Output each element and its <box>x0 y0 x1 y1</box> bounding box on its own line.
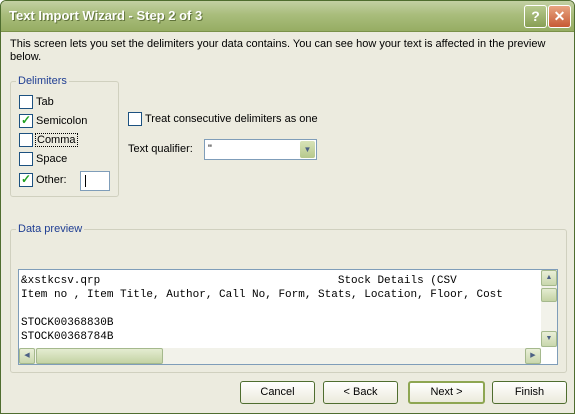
tab-checkbox[interactable] <box>19 95 33 109</box>
chevron-down-icon[interactable]: ▼ <box>300 141 315 158</box>
back-button[interactable]: < Back <box>323 381 398 404</box>
close-icon[interactable]: ✕ <box>548 5 571 28</box>
semicolon-checkbox[interactable]: ✓ <box>19 113 33 128</box>
semicolon-label: Semicolon <box>36 115 88 127</box>
consecutive-delimiters-checkbox[interactable] <box>128 112 142 126</box>
checkmark-icon: ✓ <box>21 172 32 186</box>
other-delimiter-input[interactable] <box>80 171 110 191</box>
horizontal-scrollbar[interactable]: ◀ ▶ <box>19 348 541 364</box>
preview-line: STOCK00368830B <box>21 317 114 329</box>
tab-label: Tab <box>36 96 54 108</box>
horizontal-scroll-thumb[interactable] <box>36 348 163 364</box>
finish-button[interactable]: Finish <box>492 381 567 404</box>
comma-label: Comma <box>35 133 78 147</box>
comma-checkbox[interactable] <box>19 133 33 147</box>
preview-line: STOCK00368784B <box>21 331 114 343</box>
text-caret <box>85 175 86 187</box>
help-icon[interactable]: ? <box>524 5 547 28</box>
vertical-scrollbar[interactable]: ▲ ▼ <box>541 270 557 347</box>
delimiters-legend: Delimiters <box>16 75 69 87</box>
preview-line: Item no , Item Title, Author, Call No, F… <box>21 289 503 301</box>
scroll-right-icon[interactable]: ▶ <box>525 348 541 364</box>
text-qualifier-select[interactable]: " ▼ <box>204 139 317 160</box>
preview-line: &xstkcsv.qrp Stock Details (CSV <box>21 275 457 287</box>
cancel-button[interactable]: Cancel <box>240 381 315 404</box>
checkmark-icon: ✓ <box>21 113 32 127</box>
data-preview-legend: Data preview <box>16 223 85 235</box>
space-checkbox[interactable] <box>19 152 33 166</box>
description-text: This screen lets you set the delimiters … <box>10 38 546 63</box>
text-import-wizard-dialog: Text Import Wizard - Step 2 of 3 ? ✕ Thi… <box>0 0 575 414</box>
text-qualifier-label: Text qualifier: <box>128 143 193 155</box>
other-checkbox[interactable]: ✓ <box>19 172 33 187</box>
scroll-up-icon[interactable]: ▲ <box>541 270 557 286</box>
next-button[interactable]: Next > <box>408 381 485 404</box>
space-label: Space <box>36 153 68 165</box>
consecutive-delimiters-label: Treat consecutive delimiters as one <box>145 113 318 125</box>
scroll-left-icon[interactable]: ◀ <box>19 348 35 364</box>
title-bar: Text Import Wizard - Step 2 of 3 ? ✕ <box>1 1 574 32</box>
other-label: Other: <box>36 174 67 186</box>
text-qualifier-value: " <box>208 143 212 155</box>
scroll-down-icon[interactable]: ▼ <box>541 331 557 347</box>
data-preview-pane[interactable]: &xstkcsv.qrp Stock Details (CSV Item no … <box>18 269 558 365</box>
window-title: Text Import Wizard - Step 2 of 3 <box>9 8 203 23</box>
vertical-scroll-thumb[interactable] <box>541 288 557 302</box>
